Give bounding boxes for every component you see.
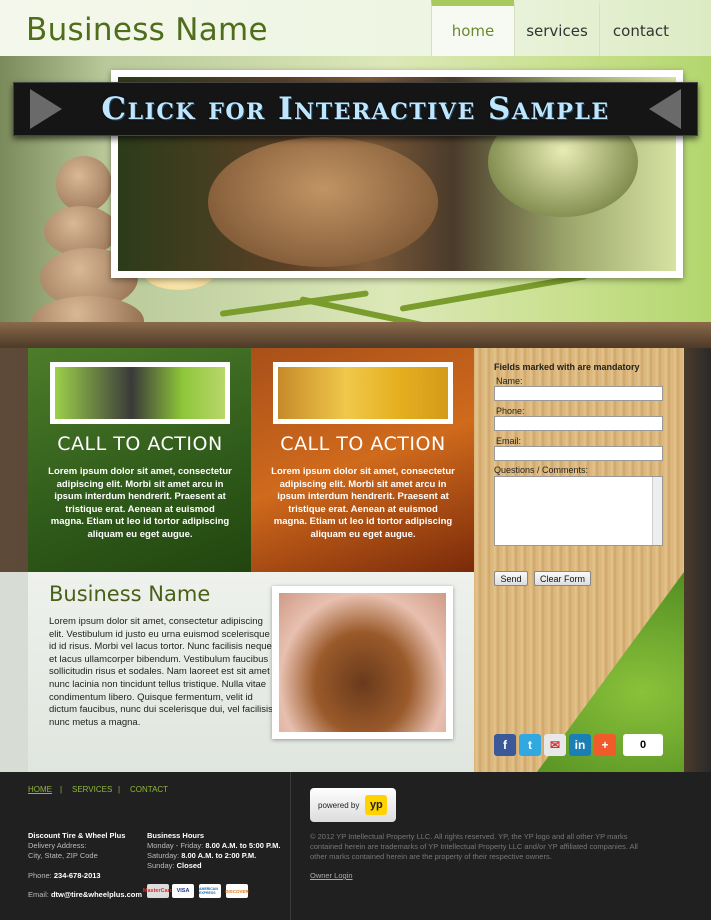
footer-link-services[interactable]: SERVICES — [72, 785, 112, 794]
footer-separator: | — [118, 785, 121, 794]
left-edge — [0, 572, 28, 772]
cta-body-1: Lorem ipsum dolor sit amet, consectetur … — [48, 466, 232, 540]
footer-email[interactable]: Email: dtw@tire&wheelplus.com — [28, 890, 142, 900]
cta-title-1: CALL TO ACTION — [57, 433, 223, 455]
footer-hours-weekday: Monday - Friday: 8.00 A.M. to 5:00 P.M. — [147, 841, 281, 850]
mandatory-note: Fields marked with are mandatory — [494, 362, 640, 372]
textarea-scrollbar[interactable] — [652, 477, 662, 545]
cta-box-1[interactable]: CALL TO ACTION Lorem ipsum dolor sit ame… — [28, 348, 252, 572]
content-body: Lorem ipsum dolor sit amet, consectetur … — [49, 616, 273, 728]
wood-shelf — [0, 322, 711, 348]
footer-hours-sunday: Sunday: Closed — [147, 861, 202, 870]
footer-hours-saturday: Saturday: 8.00 A.M. to 2:00 P.M. — [147, 851, 257, 860]
cta-box-2[interactable]: CALL TO ACTION Lorem ipsum dolor sit ame… — [251, 348, 475, 572]
visa-icon: VISA — [172, 884, 194, 898]
discover-icon: DISCOVER — [225, 884, 249, 898]
interactive-sample-banner[interactable]: Click for Interactive Sample — [13, 82, 698, 136]
questions-textarea[interactable] — [494, 476, 663, 546]
addthis-icon[interactable]: + — [594, 734, 616, 756]
amex-icon: AMERICAN EXPRESS — [199, 884, 221, 898]
yp-logo: yp — [365, 795, 388, 815]
footer-link-contact[interactable]: CONTACT — [130, 785, 168, 794]
nav-services[interactable]: services — [514, 0, 599, 56]
content-photo — [279, 593, 446, 732]
content-title: Business Name — [49, 582, 211, 606]
email-field[interactable] — [494, 446, 663, 461]
wooden-bowl — [208, 137, 438, 267]
footer-link-home[interactable]: HOME — [28, 785, 52, 794]
banner-text: Click for Interactive Sample — [101, 91, 610, 127]
mastercard-icon: MasterCard — [143, 884, 173, 898]
cta-title-2: CALL TO ACTION — [280, 433, 446, 455]
site-logo[interactable]: Business Name — [26, 12, 268, 48]
content-section: Business Name Lorem ipsum dolor sit amet… — [28, 572, 474, 772]
footer-divider — [290, 772, 291, 920]
owner-login-link[interactable]: Owner Login — [310, 871, 353, 880]
twitter-icon[interactable]: t — [519, 734, 541, 756]
powered-by-text: powered by — [318, 800, 360, 810]
questions-label: Questions / Comments: — [494, 465, 589, 475]
copyright-text: © 2012 YP Intellectual Property LLC. All… — [310, 832, 638, 861]
content-photo-frame — [272, 586, 453, 739]
nav-home[interactable]: home — [431, 0, 514, 56]
cta-body-2: Lorem ipsum dolor sit amet, consectetur … — [271, 466, 455, 540]
nav-contact[interactable]: contact — [599, 0, 682, 56]
facebook-icon[interactable]: f — [494, 734, 516, 756]
arrow-left-icon — [649, 89, 681, 129]
bamboo-leaf — [399, 273, 588, 312]
cta-thumb-2 — [273, 362, 453, 424]
bamboo-leaf — [219, 290, 369, 317]
linkedin-icon[interactable]: in — [569, 734, 591, 756]
footer-city: City, State, ZIP Code — [28, 851, 98, 860]
right-edge — [684, 348, 711, 772]
arrow-right-icon — [30, 89, 62, 129]
footer-separator: | — [60, 785, 63, 794]
phone-label: Phone: — [496, 406, 525, 416]
email-icon[interactable]: ✉ — [544, 734, 566, 756]
email-label: Email: — [496, 436, 522, 446]
cta-thumb-1 — [50, 362, 230, 424]
footer-company: Discount Tire & Wheel Plus — [28, 831, 126, 840]
footer-phone: Phone: 234-678-2013 — [28, 871, 101, 880]
share-count: 0 — [623, 734, 663, 756]
name-field[interactable] — [494, 386, 663, 401]
phone-field[interactable] — [494, 416, 663, 431]
stone-1 — [56, 156, 112, 212]
footer-hours-title: Business Hours — [147, 831, 205, 840]
clear-form-button[interactable]: Clear Form — [534, 571, 591, 586]
name-label: Name: — [496, 376, 523, 386]
powered-by-yp-badge[interactable]: powered by yp — [310, 788, 396, 822]
footer-address-label: Delivery Address: — [28, 841, 87, 850]
send-button[interactable]: Send — [494, 571, 528, 586]
